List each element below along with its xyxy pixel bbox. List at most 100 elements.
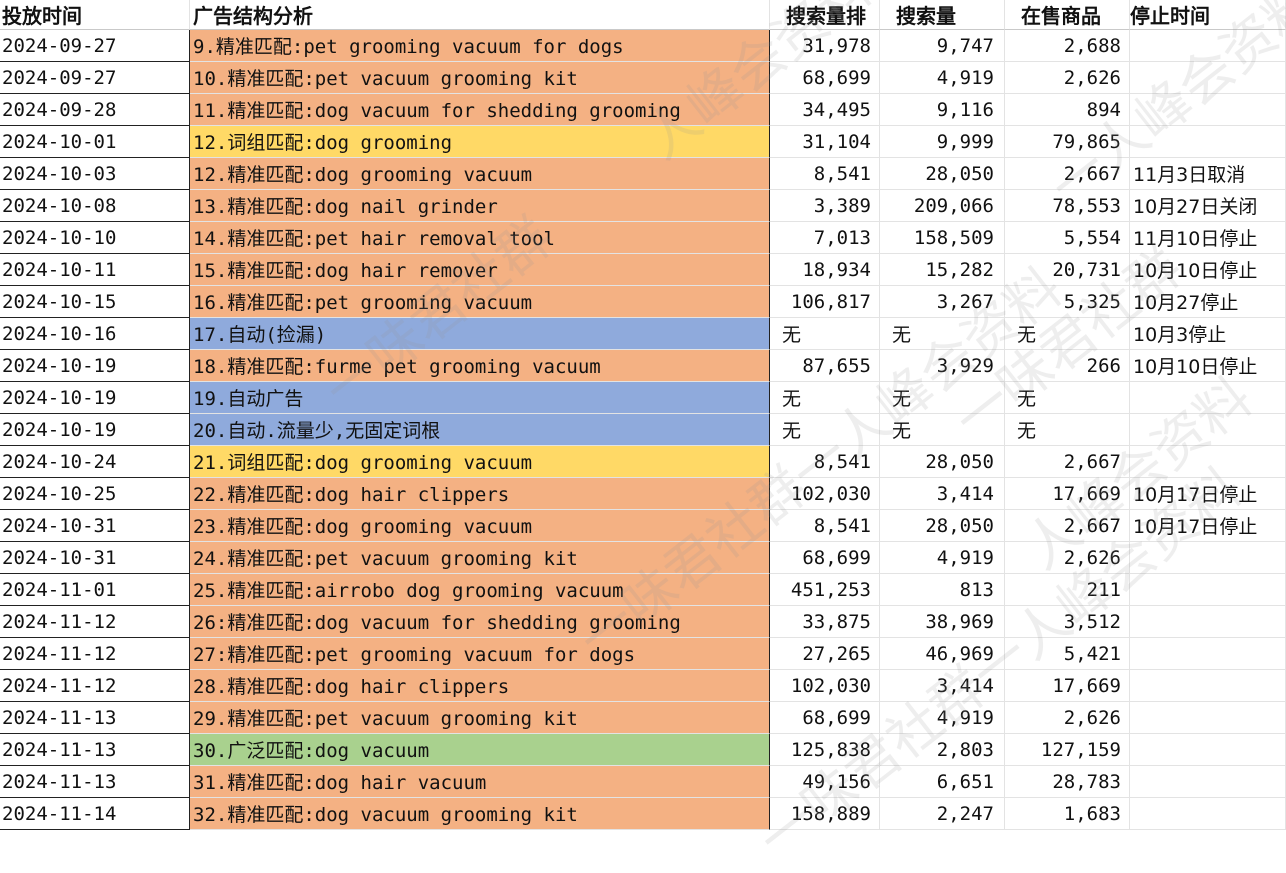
- search-volume-cell[interactable]: 38,969: [880, 606, 1005, 638]
- search-volume-cell[interactable]: 9,747: [880, 30, 1005, 62]
- on-sale-cell[interactable]: 2,626: [1005, 702, 1130, 734]
- stop-time-cell[interactable]: [1130, 382, 1286, 414]
- ad-structure-cell[interactable]: 10.精准匹配:pet vacuum grooming kit: [190, 62, 770, 94]
- search-rank-cell[interactable]: 8,541: [770, 446, 880, 478]
- header-on-sale[interactable]: 在售商品: [1005, 0, 1130, 30]
- on-sale-cell[interactable]: 5,421: [1005, 638, 1130, 670]
- stop-time-cell[interactable]: 10月10日停止: [1130, 254, 1286, 286]
- stop-time-cell[interactable]: 10月17日停止: [1130, 478, 1286, 510]
- search-volume-cell[interactable]: 3,929: [880, 350, 1005, 382]
- ad-structure-cell[interactable]: 23.精准匹配:dog grooming vacuum: [190, 510, 770, 542]
- ad-structure-cell[interactable]: 14.精准匹配:pet hair removal tool: [190, 222, 770, 254]
- search-rank-cell[interactable]: 8,541: [770, 510, 880, 542]
- search-volume-cell[interactable]: 4,919: [880, 542, 1005, 574]
- ad-structure-cell[interactable]: 13.精准匹配:dog nail grinder: [190, 190, 770, 222]
- ad-structure-cell[interactable]: 19.自动广告: [190, 382, 770, 414]
- ad-structure-cell[interactable]: 31.精准匹配:dog hair vacuum: [190, 766, 770, 798]
- on-sale-cell[interactable]: 5,325: [1005, 286, 1130, 318]
- search-volume-cell[interactable]: 9,116: [880, 94, 1005, 126]
- date-cell[interactable]: 2024-11-13: [0, 702, 190, 734]
- on-sale-cell[interactable]: 20,731: [1005, 254, 1130, 286]
- search-rank-cell[interactable]: 451,253: [770, 574, 880, 606]
- stop-time-cell[interactable]: [1130, 766, 1286, 798]
- stop-time-cell[interactable]: [1130, 126, 1286, 158]
- stop-time-cell[interactable]: 10月17日停止: [1130, 510, 1286, 542]
- stop-time-cell[interactable]: 11月3日取消: [1130, 158, 1286, 190]
- date-cell[interactable]: 2024-10-03: [0, 158, 190, 190]
- ad-structure-cell[interactable]: 12.词组匹配:dog grooming: [190, 126, 770, 158]
- on-sale-cell[interactable]: 2,626: [1005, 542, 1130, 574]
- search-volume-cell[interactable]: 3,414: [880, 670, 1005, 702]
- header-ad-structure[interactable]: 广告结构分析: [190, 0, 770, 30]
- search-volume-cell[interactable]: 4,919: [880, 702, 1005, 734]
- stop-time-cell[interactable]: [1130, 414, 1286, 446]
- search-volume-cell[interactable]: 28,050: [880, 510, 1005, 542]
- on-sale-cell[interactable]: 17,669: [1005, 478, 1130, 510]
- ad-structure-cell[interactable]: 22.精准匹配:dog hair clippers: [190, 478, 770, 510]
- stop-time-cell[interactable]: [1130, 574, 1286, 606]
- date-cell[interactable]: 2024-11-12: [0, 670, 190, 702]
- search-rank-cell[interactable]: 68,699: [770, 62, 880, 94]
- date-cell[interactable]: 2024-10-31: [0, 510, 190, 542]
- ad-structure-cell[interactable]: 21.词组匹配:dog grooming vacuum: [190, 446, 770, 478]
- date-cell[interactable]: 2024-11-12: [0, 638, 190, 670]
- stop-time-cell[interactable]: [1130, 702, 1286, 734]
- search-rank-cell[interactable]: 49,156: [770, 766, 880, 798]
- ad-structure-cell[interactable]: 12.精准匹配:dog grooming vacuum: [190, 158, 770, 190]
- search-volume-cell[interactable]: 209,066: [880, 190, 1005, 222]
- on-sale-cell[interactable]: 1,683: [1005, 798, 1130, 830]
- on-sale-cell[interactable]: 无: [1005, 318, 1130, 350]
- search-rank-cell[interactable]: 18,934: [770, 254, 880, 286]
- on-sale-cell[interactable]: 28,783: [1005, 766, 1130, 798]
- date-cell[interactable]: 2024-10-19: [0, 350, 190, 382]
- on-sale-cell[interactable]: 2,667: [1005, 510, 1130, 542]
- search-rank-cell[interactable]: 无: [770, 382, 880, 414]
- date-cell[interactable]: 2024-10-15: [0, 286, 190, 318]
- on-sale-cell[interactable]: 2,626: [1005, 62, 1130, 94]
- date-cell[interactable]: 2024-11-13: [0, 734, 190, 766]
- search-volume-cell[interactable]: 9,999: [880, 126, 1005, 158]
- on-sale-cell[interactable]: 无: [1005, 382, 1130, 414]
- search-rank-cell[interactable]: 27,265: [770, 638, 880, 670]
- search-rank-cell[interactable]: 3,389: [770, 190, 880, 222]
- ad-structure-cell[interactable]: 25.精准匹配:airrobo dog grooming vacuum: [190, 574, 770, 606]
- on-sale-cell[interactable]: 2,667: [1005, 446, 1130, 478]
- ad-structure-cell[interactable]: 20.自动.流量少,无固定词根: [190, 414, 770, 446]
- stop-time-cell[interactable]: [1130, 94, 1286, 126]
- ad-structure-cell[interactable]: 28.精准匹配:dog hair clippers: [190, 670, 770, 702]
- ad-structure-cell[interactable]: 32.精准匹配:dog vacuum grooming kit: [190, 798, 770, 830]
- stop-time-cell[interactable]: [1130, 542, 1286, 574]
- date-cell[interactable]: 2024-11-13: [0, 766, 190, 798]
- search-volume-cell[interactable]: 无: [880, 414, 1005, 446]
- search-rank-cell[interactable]: 102,030: [770, 478, 880, 510]
- ad-structure-cell[interactable]: 26:精准匹配:dog vacuum for shedding grooming: [190, 606, 770, 638]
- stop-time-cell[interactable]: [1130, 606, 1286, 638]
- on-sale-cell[interactable]: 211: [1005, 574, 1130, 606]
- search-volume-cell[interactable]: 2,803: [880, 734, 1005, 766]
- search-volume-cell[interactable]: 无: [880, 382, 1005, 414]
- date-cell[interactable]: 2024-09-28: [0, 94, 190, 126]
- on-sale-cell[interactable]: 266: [1005, 350, 1130, 382]
- ad-structure-cell[interactable]: 15.精准匹配:dog hair remover: [190, 254, 770, 286]
- search-rank-cell[interactable]: 102,030: [770, 670, 880, 702]
- ad-structure-cell[interactable]: 27:精准匹配:pet grooming vacuum for dogs: [190, 638, 770, 670]
- stop-time-cell[interactable]: 10月10日停止: [1130, 350, 1286, 382]
- search-volume-cell[interactable]: 4,919: [880, 62, 1005, 94]
- search-rank-cell[interactable]: 无: [770, 318, 880, 350]
- stop-time-cell[interactable]: [1130, 798, 1286, 830]
- stop-time-cell[interactable]: 11月10日停止: [1130, 222, 1286, 254]
- search-volume-cell[interactable]: 28,050: [880, 446, 1005, 478]
- on-sale-cell[interactable]: 127,159: [1005, 734, 1130, 766]
- on-sale-cell[interactable]: 2,688: [1005, 30, 1130, 62]
- header-date[interactable]: 投放时间: [0, 0, 190, 30]
- stop-time-cell[interactable]: 10月27停止: [1130, 286, 1286, 318]
- ad-structure-cell[interactable]: 29.精准匹配:pet vacuum grooming kit: [190, 702, 770, 734]
- ad-structure-cell[interactable]: 30.广泛匹配:dog vacuum: [190, 734, 770, 766]
- search-volume-cell[interactable]: 2,247: [880, 798, 1005, 830]
- search-rank-cell[interactable]: 125,838: [770, 734, 880, 766]
- ad-structure-cell[interactable]: 16.精准匹配:pet grooming vacuum: [190, 286, 770, 318]
- date-cell[interactable]: 2024-10-25: [0, 478, 190, 510]
- search-rank-cell[interactable]: 68,699: [770, 542, 880, 574]
- on-sale-cell[interactable]: 5,554: [1005, 222, 1130, 254]
- search-rank-cell[interactable]: 106,817: [770, 286, 880, 318]
